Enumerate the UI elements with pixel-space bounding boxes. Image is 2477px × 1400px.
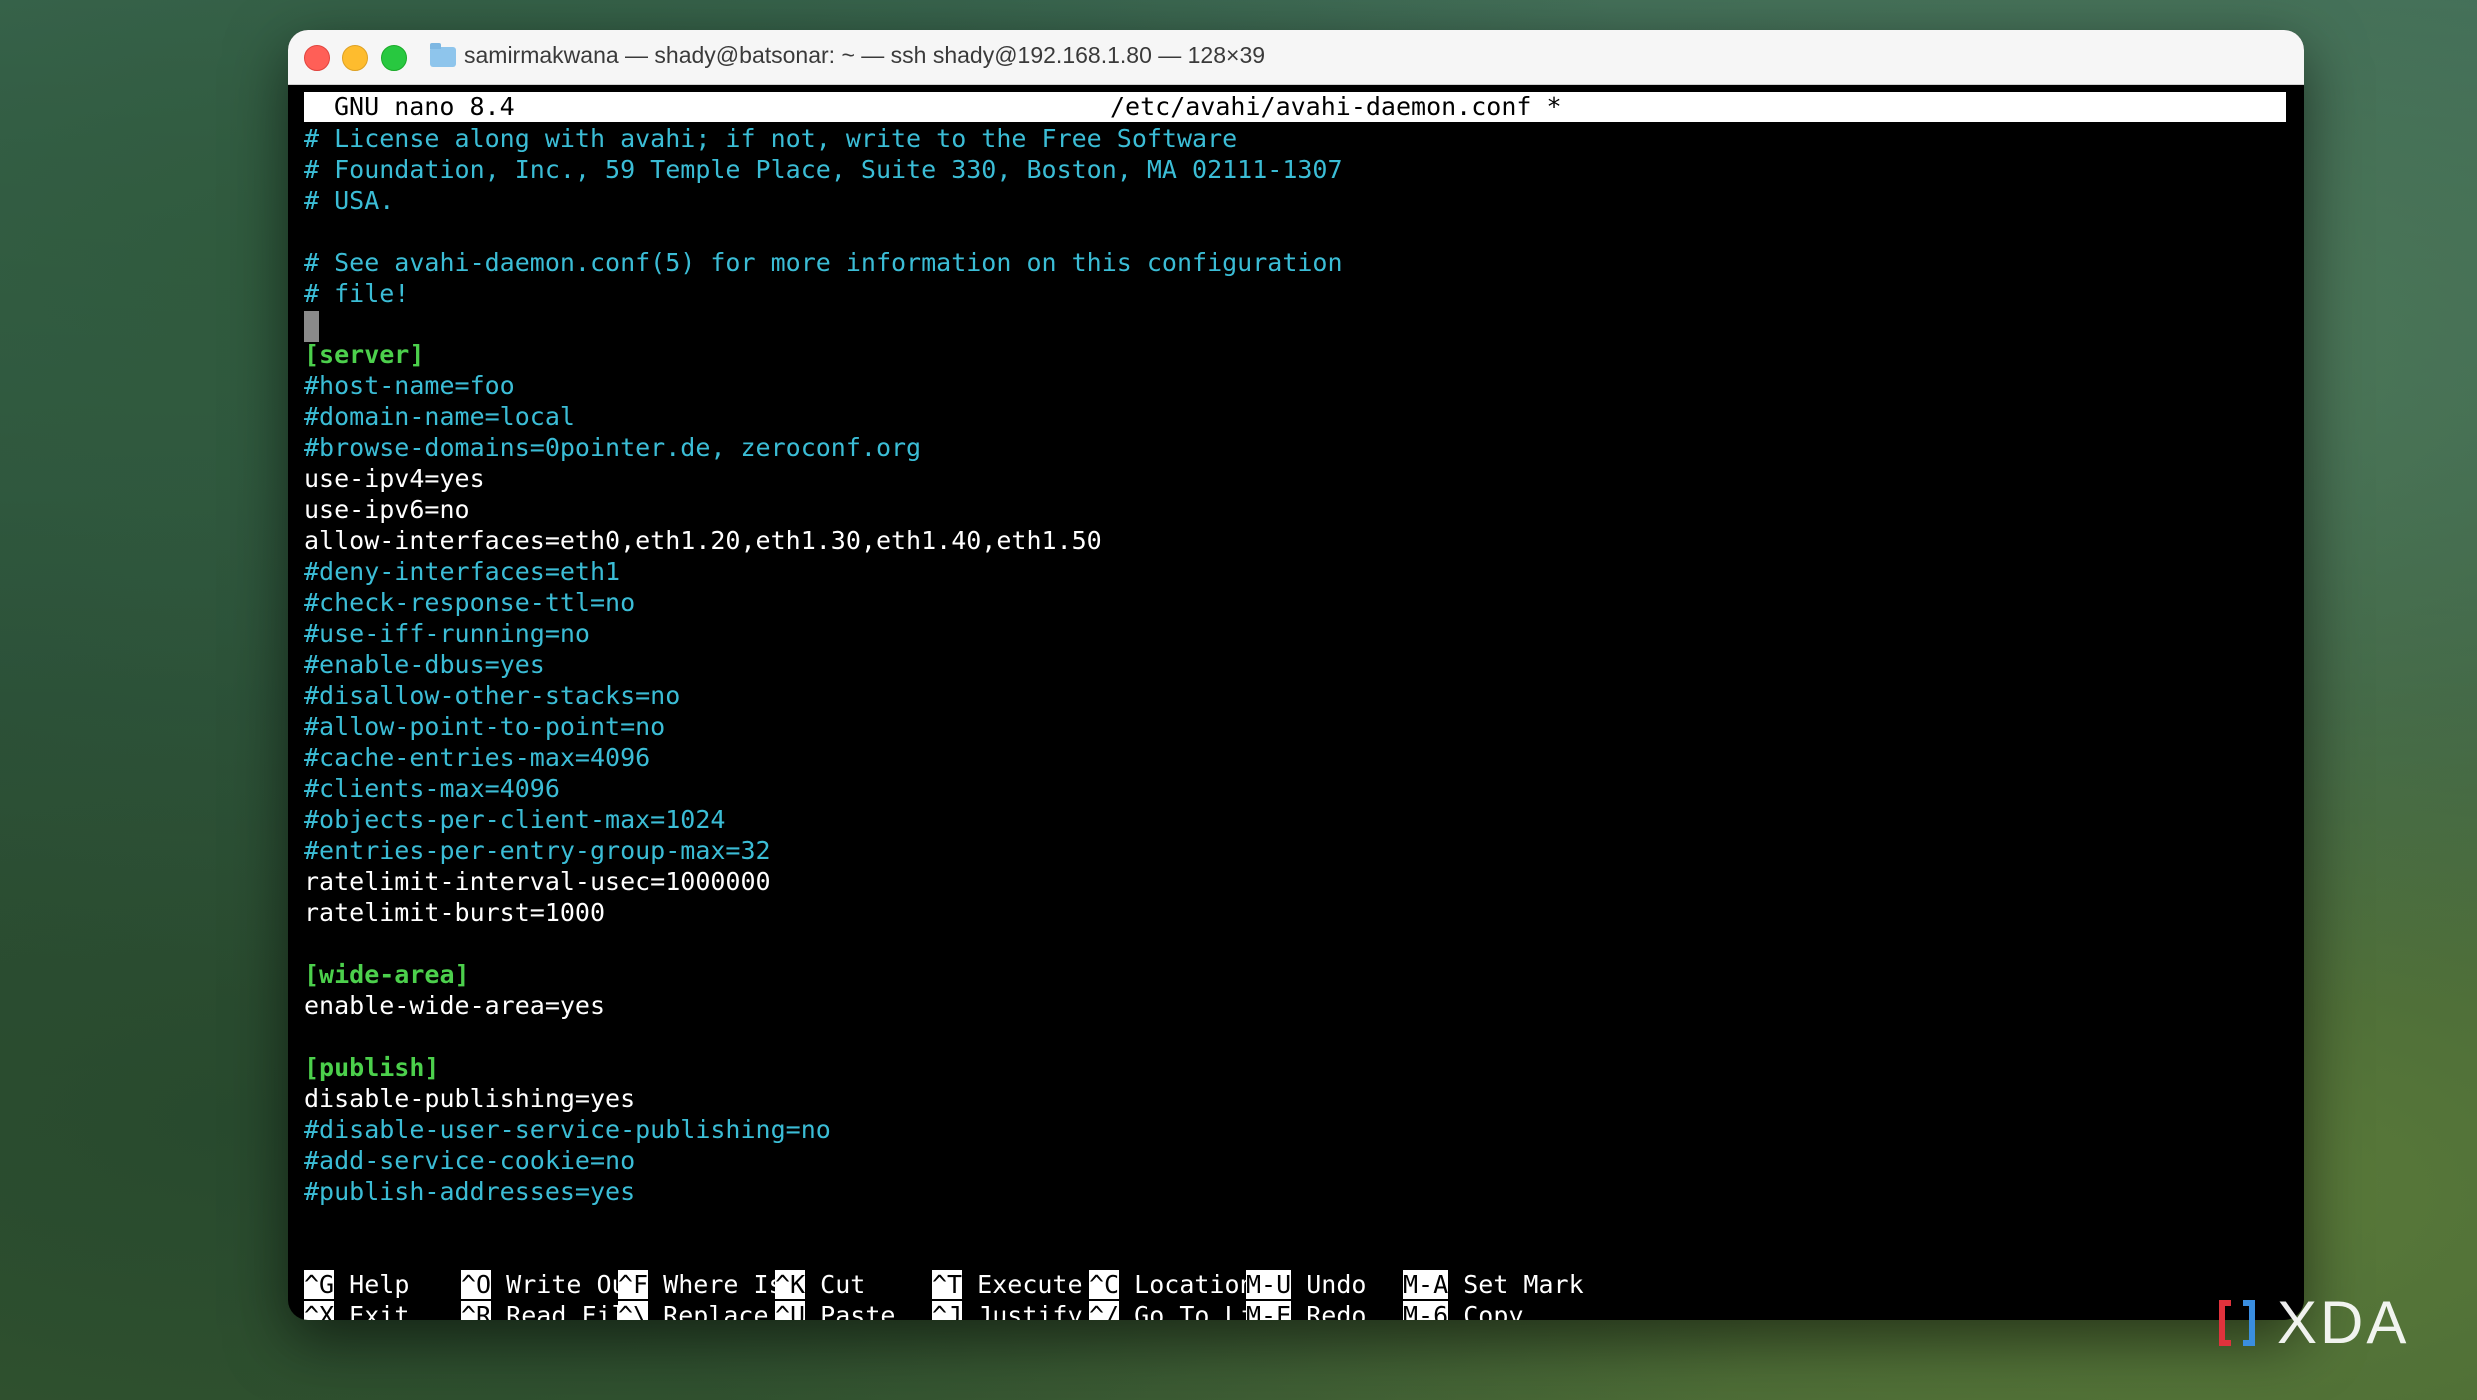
shortcut-justify: ^J Justify xyxy=(932,1300,1083,1320)
title-bar[interactable]: samirmakwana — shady@batsonar: ~ — ssh s… xyxy=(288,30,2304,85)
shortcut-label: Execute xyxy=(977,1270,1083,1299)
comment-line[interactable]: #browse-domains=0pointer.de, zeroconf.or… xyxy=(304,432,2286,463)
comment-line[interactable]: #check-response-ttl=no xyxy=(304,587,2286,618)
comment-line[interactable]: #add-service-cookie=no xyxy=(304,1145,2286,1176)
shortcut-key: ^O xyxy=(461,1270,492,1299)
shortcut-label: Exit xyxy=(349,1301,410,1320)
comment-line[interactable]: #use-iff-running=no xyxy=(304,618,2286,649)
config-section-line[interactable]: [publish] xyxy=(304,1052,2286,1083)
shortcut-key: M-U xyxy=(1246,1270,1292,1299)
cursor-line[interactable] xyxy=(304,311,319,342)
shortcut-label: Copy xyxy=(1463,1301,1524,1320)
shortcut-key: ^F xyxy=(618,1270,649,1299)
shortcut-label: Where Is xyxy=(663,1270,784,1299)
shortcut-key: M-6 xyxy=(1403,1301,1449,1320)
shortcut-read-file: ^R Read File xyxy=(461,1300,642,1320)
comment-line[interactable]: #clients-max=4096 xyxy=(304,773,2286,804)
shortcut-label: Help xyxy=(349,1270,410,1299)
terminal-content[interactable]: GNU nano 8.4 /etc/avahi/avahi-daemon.con… xyxy=(304,92,2286,1320)
shortcut-help: ^G Help xyxy=(304,1269,409,1300)
minimize-window-button[interactable] xyxy=(342,45,368,71)
shortcut-key: M-A xyxy=(1403,1270,1449,1299)
nano-version: GNU nano 8.4 xyxy=(334,92,515,121)
shortcut-key: ^J xyxy=(932,1301,963,1320)
text-cursor xyxy=(304,314,319,342)
blank-line[interactable] xyxy=(304,928,2286,959)
setting-line[interactable]: use-ipv4=yes xyxy=(304,463,2286,494)
comment-line[interactable]: #enable-dbus=yes xyxy=(304,649,2286,680)
terminal-window: samirmakwana — shady@batsonar: ~ — ssh s… xyxy=(288,30,2304,1320)
shortcut-key: ^R xyxy=(461,1301,492,1320)
shortcut-write-out: ^O Write Out xyxy=(461,1269,642,1300)
comment-line[interactable]: # License along with avahi; if not, writ… xyxy=(304,123,2286,154)
shortcut-key: ^K xyxy=(775,1270,806,1299)
comment-line[interactable]: #publish-addresses=yes xyxy=(304,1176,2286,1207)
close-window-button[interactable] xyxy=(304,45,330,71)
blank-line[interactable] xyxy=(304,216,2286,247)
nano-filename: /etc/avahi/avahi-daemon.conf * xyxy=(1110,92,1562,121)
shortcut-paste: ^U Paste xyxy=(775,1300,895,1320)
shortcut-where-is: ^F Where Is xyxy=(618,1269,784,1300)
shortcut-replace: ^\ Replace xyxy=(618,1300,769,1320)
shortcut-label: Location xyxy=(1134,1270,1255,1299)
setting-line[interactable]: enable-wide-area=yes xyxy=(304,990,2286,1021)
shortcut-label: Replace xyxy=(663,1301,769,1320)
folder-icon xyxy=(430,43,456,67)
setting-line[interactable]: allow-interfaces=eth0,eth1.20,eth1.30,et… xyxy=(304,525,2286,556)
shortcut-location: ^C Location xyxy=(1089,1269,1255,1300)
window-title: samirmakwana — shady@batsonar: ~ — ssh s… xyxy=(464,42,1266,68)
setting-line[interactable]: disable-publishing=yes xyxy=(304,1083,2286,1114)
comment-line[interactable]: #deny-interfaces=eth1 xyxy=(304,556,2286,587)
shortcut-key: ^U xyxy=(775,1301,806,1320)
shortcut-redo: M-E Redo xyxy=(1246,1300,1366,1320)
shortcut-key: ^T xyxy=(932,1270,963,1299)
shortcut-key: M-E xyxy=(1246,1301,1292,1320)
shortcut-label: Justify xyxy=(977,1301,1083,1320)
comment-line[interactable]: #allow-point-to-point=no xyxy=(304,711,2286,742)
comment-line[interactable]: # file! xyxy=(304,278,2286,309)
shortcut-key: ^G xyxy=(304,1270,335,1299)
shortcut-bar: ^G Help ^O Write Out ^F Where Is ^K Cut ^T E… xyxy=(304,1269,2286,1320)
xda-watermark: XDA xyxy=(2215,1288,2445,1358)
xda-logo-icon xyxy=(2219,1300,2255,1346)
config-section-line[interactable]: [wide-area] xyxy=(304,959,2286,990)
shortcut-label: Undo xyxy=(1306,1270,1367,1299)
setting-line[interactable]: ratelimit-burst=1000 xyxy=(304,897,2286,928)
comment-line[interactable]: #disable-user-service-publishing=no xyxy=(304,1114,2286,1145)
comment-line[interactable]: # Foundation, Inc., 59 Temple Place, Sui… xyxy=(304,154,2286,185)
blank-line[interactable] xyxy=(304,1021,2286,1052)
shortcut-label: Cut xyxy=(820,1270,866,1299)
shortcut-copy: M-6 Copy xyxy=(1403,1300,1523,1320)
comment-line[interactable]: #entries-per-entry-group-max=32 xyxy=(304,835,2286,866)
shortcut-label: Redo xyxy=(1306,1301,1367,1320)
shortcut-label: Set Mark xyxy=(1463,1270,1584,1299)
xda-logo-text: XDA xyxy=(2277,1289,2410,1356)
comment-line[interactable]: # USA. xyxy=(304,185,2286,216)
shortcut-cut: ^K Cut xyxy=(775,1269,865,1300)
editor-buffer[interactable]: # License along with avahi; if not, writ… xyxy=(304,123,2286,1207)
shortcut-execute: ^T Execute xyxy=(932,1269,1083,1300)
shortcut-label: Paste xyxy=(820,1301,896,1320)
config-section-line[interactable]: [server] xyxy=(304,339,2286,370)
comment-line[interactable]: #objects-per-client-max=1024 xyxy=(304,804,2286,835)
setting-line[interactable]: use-ipv6=no xyxy=(304,494,2286,525)
comment-line[interactable]: #disallow-other-stacks=no xyxy=(304,680,2286,711)
shortcut-set-mark: M-A Set Mark xyxy=(1403,1269,1584,1300)
shortcut-key: ^X xyxy=(304,1301,335,1320)
comment-line[interactable]: #host-name=foo xyxy=(304,370,2286,401)
shortcut-exit: ^X Exit xyxy=(304,1300,409,1320)
shortcut-key: ^/ xyxy=(1089,1301,1120,1320)
shortcut-key: ^C xyxy=(1089,1270,1120,1299)
nano-title-bar: GNU nano 8.4 /etc/avahi/avahi-daemon.con… xyxy=(304,92,2286,122)
zoom-window-button[interactable] xyxy=(381,45,407,71)
setting-line[interactable]: ratelimit-interval-usec=1000000 xyxy=(304,866,2286,897)
shortcut-key: ^\ xyxy=(618,1301,649,1320)
shortcut-undo: M-U Undo xyxy=(1246,1269,1366,1300)
comment-line[interactable]: #domain-name=local xyxy=(304,401,2286,432)
comment-line[interactable]: # See avahi-daemon.conf(5) for more info… xyxy=(304,247,2286,278)
comment-line[interactable]: #cache-entries-max=4096 xyxy=(304,742,2286,773)
